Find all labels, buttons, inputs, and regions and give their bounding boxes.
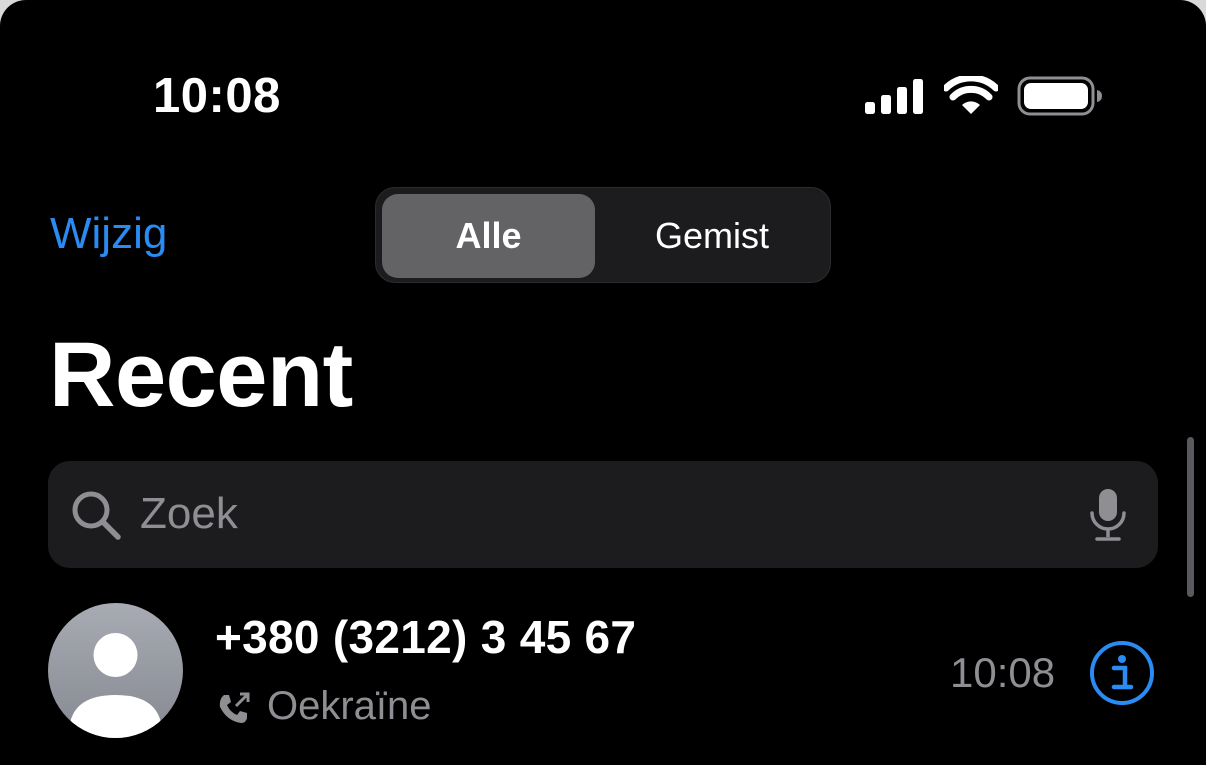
magnifier-icon (72, 491, 121, 540)
microphone-icon[interactable] (1088, 487, 1128, 543)
call-list-item[interactable]: +380 (3212) 3 45 67 Oekraïne 10:08 (0, 600, 1206, 765)
info-icon[interactable] (1089, 640, 1155, 706)
phone-screen: 10:08 Wijzig Alle Gemist Recent Zoek +38… (0, 0, 1206, 765)
avatar (48, 603, 183, 738)
edit-button[interactable]: Wijzig (50, 208, 167, 260)
caller-number: +380 (3212) 3 45 67 (215, 611, 637, 663)
cellular-signal-icon (865, 79, 923, 114)
call-time: 10:08 (950, 649, 1056, 696)
call-filter-segmented-control: Alle Gemist (375, 187, 831, 283)
search-bar (48, 461, 1158, 568)
outgoing-call-icon (219, 692, 250, 723)
page-title: Recent (49, 324, 353, 426)
scrollbar[interactable] (1187, 437, 1194, 597)
person-silhouette-icon (70, 633, 161, 738)
battery-icon (1017, 76, 1102, 116)
segment-all[interactable]: Alle (382, 194, 595, 278)
wifi-icon (944, 76, 998, 114)
caller-location: Oekraïne (267, 684, 432, 728)
status-time: 10:08 (153, 69, 281, 123)
search-input[interactable] (140, 481, 1040, 547)
segment-missed[interactable]: Gemist (598, 194, 826, 278)
